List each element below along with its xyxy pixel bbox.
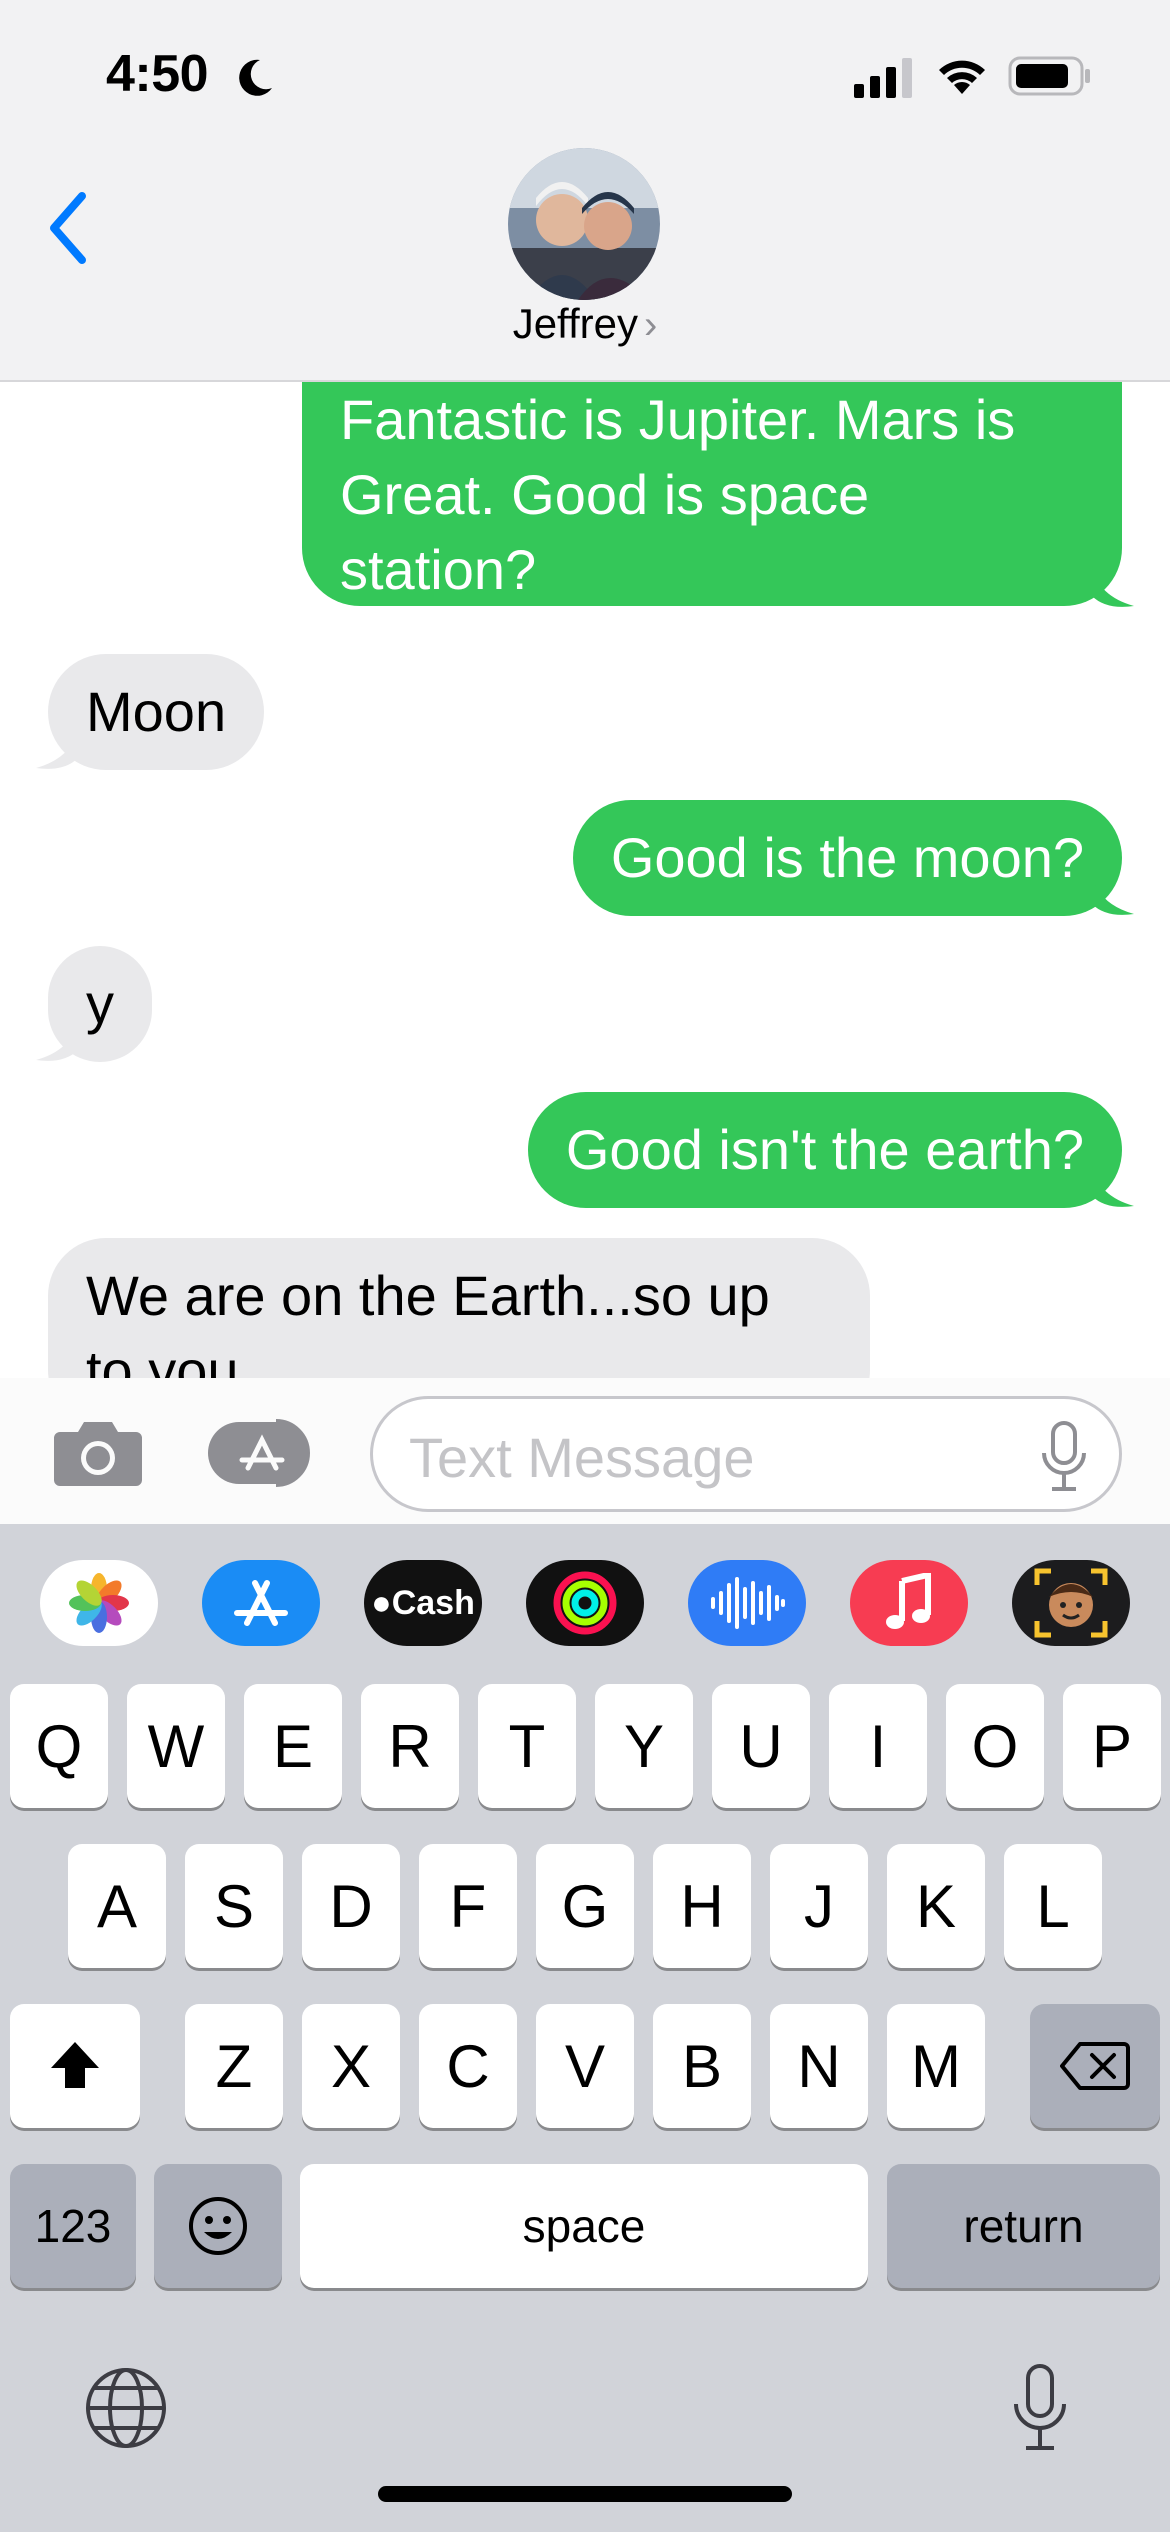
message-line: Fantastic is Jupiter. Mars is — [340, 388, 1016, 451]
moon-icon — [239, 59, 272, 96]
message-line: station? — [340, 538, 537, 601]
home-indicator[interactable] — [378, 2486, 792, 2502]
key-s[interactable]: S — [185, 1844, 283, 1968]
key-p[interactable]: P — [1063, 1684, 1161, 1808]
conversation-header: 4:50 Jeffrey › — [0, 0, 1170, 382]
key-w[interactable]: W — [127, 1684, 225, 1808]
battery-icon — [1008, 56, 1090, 96]
globe-icon[interactable] — [84, 2366, 168, 2450]
memoji-icon[interactable] — [1012, 1560, 1130, 1646]
key-k[interactable]: K — [887, 1844, 985, 1968]
contact-name[interactable]: Jeffrey › — [0, 300, 1170, 348]
key-o[interactable]: O — [946, 1684, 1044, 1808]
key-u[interactable]: U — [712, 1684, 810, 1808]
key-d[interactable]: D — [302, 1844, 400, 1968]
key-l[interactable]: L — [1004, 1844, 1102, 1968]
key-g[interactable]: G — [536, 1844, 634, 1968]
key-f[interactable]: F — [419, 1844, 517, 1968]
contact-avatar[interactable] — [508, 148, 660, 300]
emoji-icon — [189, 2197, 247, 2255]
message-text: y — [86, 972, 114, 1035]
outgoing-message[interactable]: Good isn't the earth? — [527, 1092, 1122, 1208]
audio-waveform-icon[interactable] — [688, 1560, 806, 1646]
camera-icon[interactable] — [52, 1418, 144, 1488]
cellular-signal-icon — [854, 58, 912, 98]
incoming-message[interactable]: Moon — [48, 654, 265, 770]
key-q[interactable]: Q — [10, 1684, 108, 1808]
key-r[interactable]: R — [361, 1684, 459, 1808]
message-text: Good isn't the earth? — [565, 1118, 1084, 1181]
microphone-icon[interactable] — [1010, 2362, 1070, 2454]
key-z[interactable]: Z — [185, 2004, 283, 2128]
numbers-key[interactable]: 123 — [10, 2164, 136, 2288]
key-v[interactable]: V — [536, 2004, 634, 2128]
message-line: to you — [86, 1339, 239, 1378]
contact-name-label: Jeffrey — [512, 300, 638, 347]
key-h[interactable]: H — [653, 1844, 751, 1968]
bubble-tail — [36, 1020, 78, 1061]
key-t[interactable]: T — [478, 1684, 576, 1808]
key-b[interactable]: B — [653, 2004, 751, 2128]
outgoing-message[interactable]: Good is the moon? — [572, 800, 1122, 916]
shift-icon — [51, 2042, 99, 2088]
message-text: Good is the moon? — [610, 826, 1084, 889]
microphone-icon[interactable] — [1039, 1419, 1089, 1495]
outgoing-message[interactable]: Fantastic is Jupiter. Mars is Great. Goo… — [302, 382, 1122, 606]
message-line: We are on the Earth...so up — [86, 1264, 770, 1327]
key-n[interactable]: N — [770, 2004, 868, 2128]
key-a[interactable]: A — [68, 1844, 166, 1968]
key-e[interactable]: E — [244, 1684, 342, 1808]
delete-key[interactable] — [1030, 2004, 1160, 2128]
cash-label: ●Cash — [371, 1583, 475, 1622]
space-key[interactable]: space — [300, 2164, 868, 2288]
chevron-right-icon: › — [643, 303, 658, 347]
apple-cash-icon[interactable]: ●Cash — [364, 1560, 482, 1646]
message-input[interactable]: Text Message — [370, 1396, 1122, 1512]
incoming-message[interactable]: We are on the Earth...so up to you — [48, 1238, 870, 1378]
wifi-icon — [939, 60, 985, 94]
key-y[interactable]: Y — [595, 1684, 693, 1808]
compose-bar: Text Message — [0, 1378, 1170, 1524]
bubble-tail — [1092, 566, 1134, 607]
bubble-tail — [36, 728, 78, 769]
message-text: Moon — [86, 680, 227, 743]
key-c[interactable]: C — [419, 2004, 517, 2128]
message-line: Great. Good is space — [340, 463, 870, 526]
chevron-left-icon[interactable] — [44, 188, 94, 268]
status-time: 4:50 — [106, 45, 209, 103]
music-note-icon[interactable] — [850, 1560, 968, 1646]
key-j[interactable]: J — [770, 1844, 868, 1968]
delete-icon — [1060, 2042, 1130, 2090]
photos-icon[interactable] — [40, 1560, 158, 1646]
bubble-tail — [1092, 874, 1134, 915]
activity-rings-icon[interactable] — [526, 1560, 644, 1646]
key-x[interactable]: X — [302, 2004, 400, 2128]
return-key[interactable]: return — [887, 2164, 1160, 2288]
shift-key[interactable] — [10, 2004, 140, 2128]
emoji-key[interactable] — [154, 2164, 282, 2288]
bubble-tail — [1092, 1166, 1134, 1207]
key-i[interactable]: I — [829, 1684, 927, 1808]
message-list[interactable]: Fantastic is Jupiter. Mars is Great. Goo… — [0, 382, 1170, 1378]
key-m[interactable]: M — [887, 2004, 985, 2128]
message-placeholder: Text Message — [409, 1426, 755, 1489]
imessage-app-strip: ●Cash — [0, 1524, 1170, 1676]
app-store-icon[interactable] — [202, 1560, 320, 1646]
app-store-icon[interactable] — [206, 1418, 318, 1488]
keyboard: ●Cash Q W E R T Y U I O P A S D F G H J … — [0, 1524, 1170, 2532]
